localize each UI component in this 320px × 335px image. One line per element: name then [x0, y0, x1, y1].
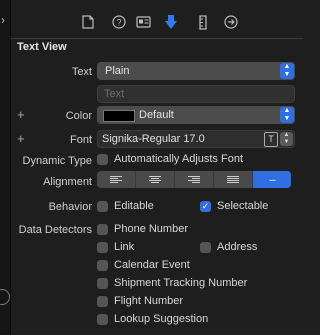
align-natural-button[interactable]: ---: [253, 171, 291, 188]
lookup-suggestion-label: Lookup Suggestion: [114, 313, 209, 325]
panel-circle-icon: [0, 289, 10, 305]
section-title: Text View: [17, 41, 67, 53]
checkbox-box: [97, 313, 108, 325]
checkbox-box: [97, 241, 108, 253]
identity-icon[interactable]: [134, 13, 152, 31]
alignment-label: Alignment: [43, 176, 92, 188]
align-justified-icon: [227, 176, 239, 183]
text-type-value: Plain: [105, 65, 130, 77]
behavior-label: Behavior: [48, 201, 92, 213]
editable-checkbox[interactable]: Editable: [97, 200, 154, 212]
checkbox-box: [97, 277, 108, 289]
color-popup[interactable]: Default ▲ ▼: [97, 106, 295, 124]
checkbox-box: [97, 295, 108, 307]
editable-label: Editable: [114, 200, 154, 212]
checkbox-box: [97, 259, 108, 271]
align-natural-icon: ---: [269, 174, 276, 185]
align-center-icon: [149, 176, 161, 183]
checkmark-icon: ✓: [200, 200, 211, 212]
link-label: Link: [114, 241, 135, 253]
dynamic-type-label: Dynamic Type: [22, 155, 93, 167]
data-detectors-label: Data Detectors: [18, 224, 92, 236]
connections-icon[interactable]: [222, 13, 240, 31]
address-checkbox[interactable]: Address: [200, 241, 257, 253]
dynamic-type-checkbox[interactable]: Automatically Adjusts Font: [97, 153, 243, 165]
font-label: Font: [69, 134, 92, 146]
chevron-right-icon[interactable]: ›: [1, 13, 5, 27]
text-content-field[interactable]: Text: [97, 85, 295, 103]
checkbox-box: [97, 200, 108, 212]
font-size-stepper[interactable]: ▲ ▼: [280, 132, 293, 146]
inspector-tab-bar: ?: [10, 0, 303, 39]
shipment-tracking-label: Shipment Tracking Number: [114, 277, 248, 289]
color-swatch: [103, 110, 135, 122]
phone-number-checkbox[interactable]: Phone Number: [97, 223, 188, 235]
link-checkbox[interactable]: Link: [97, 241, 134, 253]
phone-number-label: Phone Number: [114, 223, 188, 235]
font-field[interactable]: Signika-Regular 17.0 T ▲ ▼: [97, 130, 295, 148]
lookup-suggestion-checkbox[interactable]: Lookup Suggestion: [97, 313, 208, 325]
align-right-icon: [188, 176, 200, 183]
address-label: Address: [217, 241, 258, 253]
font-value: Signika-Regular 17.0: [102, 133, 205, 145]
text-type-popup[interactable]: Plain ▲ ▼: [97, 62, 295, 80]
checkbox-box: [97, 223, 108, 235]
size-icon[interactable]: [194, 13, 212, 31]
file-icon[interactable]: [79, 13, 97, 31]
color-value: Default: [139, 109, 174, 121]
dynamic-type-option: Automatically Adjusts Font: [114, 153, 244, 165]
popup-arrows-icon: ▲ ▼: [280, 63, 294, 79]
text-placeholder: Text: [104, 88, 125, 100]
align-justified-button[interactable]: [214, 171, 253, 188]
align-right-button[interactable]: [175, 171, 214, 188]
attributes-icon[interactable]: [162, 13, 180, 31]
popup-arrows-icon: ▲ ▼: [280, 107, 294, 123]
align-left-icon: [110, 176, 122, 183]
align-left-button[interactable]: [97, 171, 136, 188]
calendar-event-checkbox[interactable]: Calendar Event: [97, 259, 190, 271]
checkbox-box: [200, 241, 211, 253]
help-icon[interactable]: ?: [110, 13, 128, 31]
text-label: Text: [71, 66, 92, 78]
calendar-event-label: Calendar Event: [114, 259, 190, 271]
selectable-checkbox[interactable]: ✓ Selectable: [200, 200, 268, 212]
flight-number-label: Flight Number: [114, 295, 184, 307]
alignment-segmented-control: ---: [97, 171, 291, 188]
checkbox-box: [97, 153, 108, 165]
font-picker-button[interactable]: T: [264, 132, 278, 147]
svg-text:?: ?: [116, 18, 121, 28]
left-panel-edge: ›: [0, 0, 11, 335]
color-label: Color: [65, 110, 92, 122]
selectable-label: Selectable: [217, 200, 269, 212]
shipment-tracking-checkbox[interactable]: Shipment Tracking Number: [97, 277, 247, 289]
align-center-button[interactable]: [136, 171, 175, 188]
flight-number-checkbox[interactable]: Flight Number: [97, 295, 183, 307]
